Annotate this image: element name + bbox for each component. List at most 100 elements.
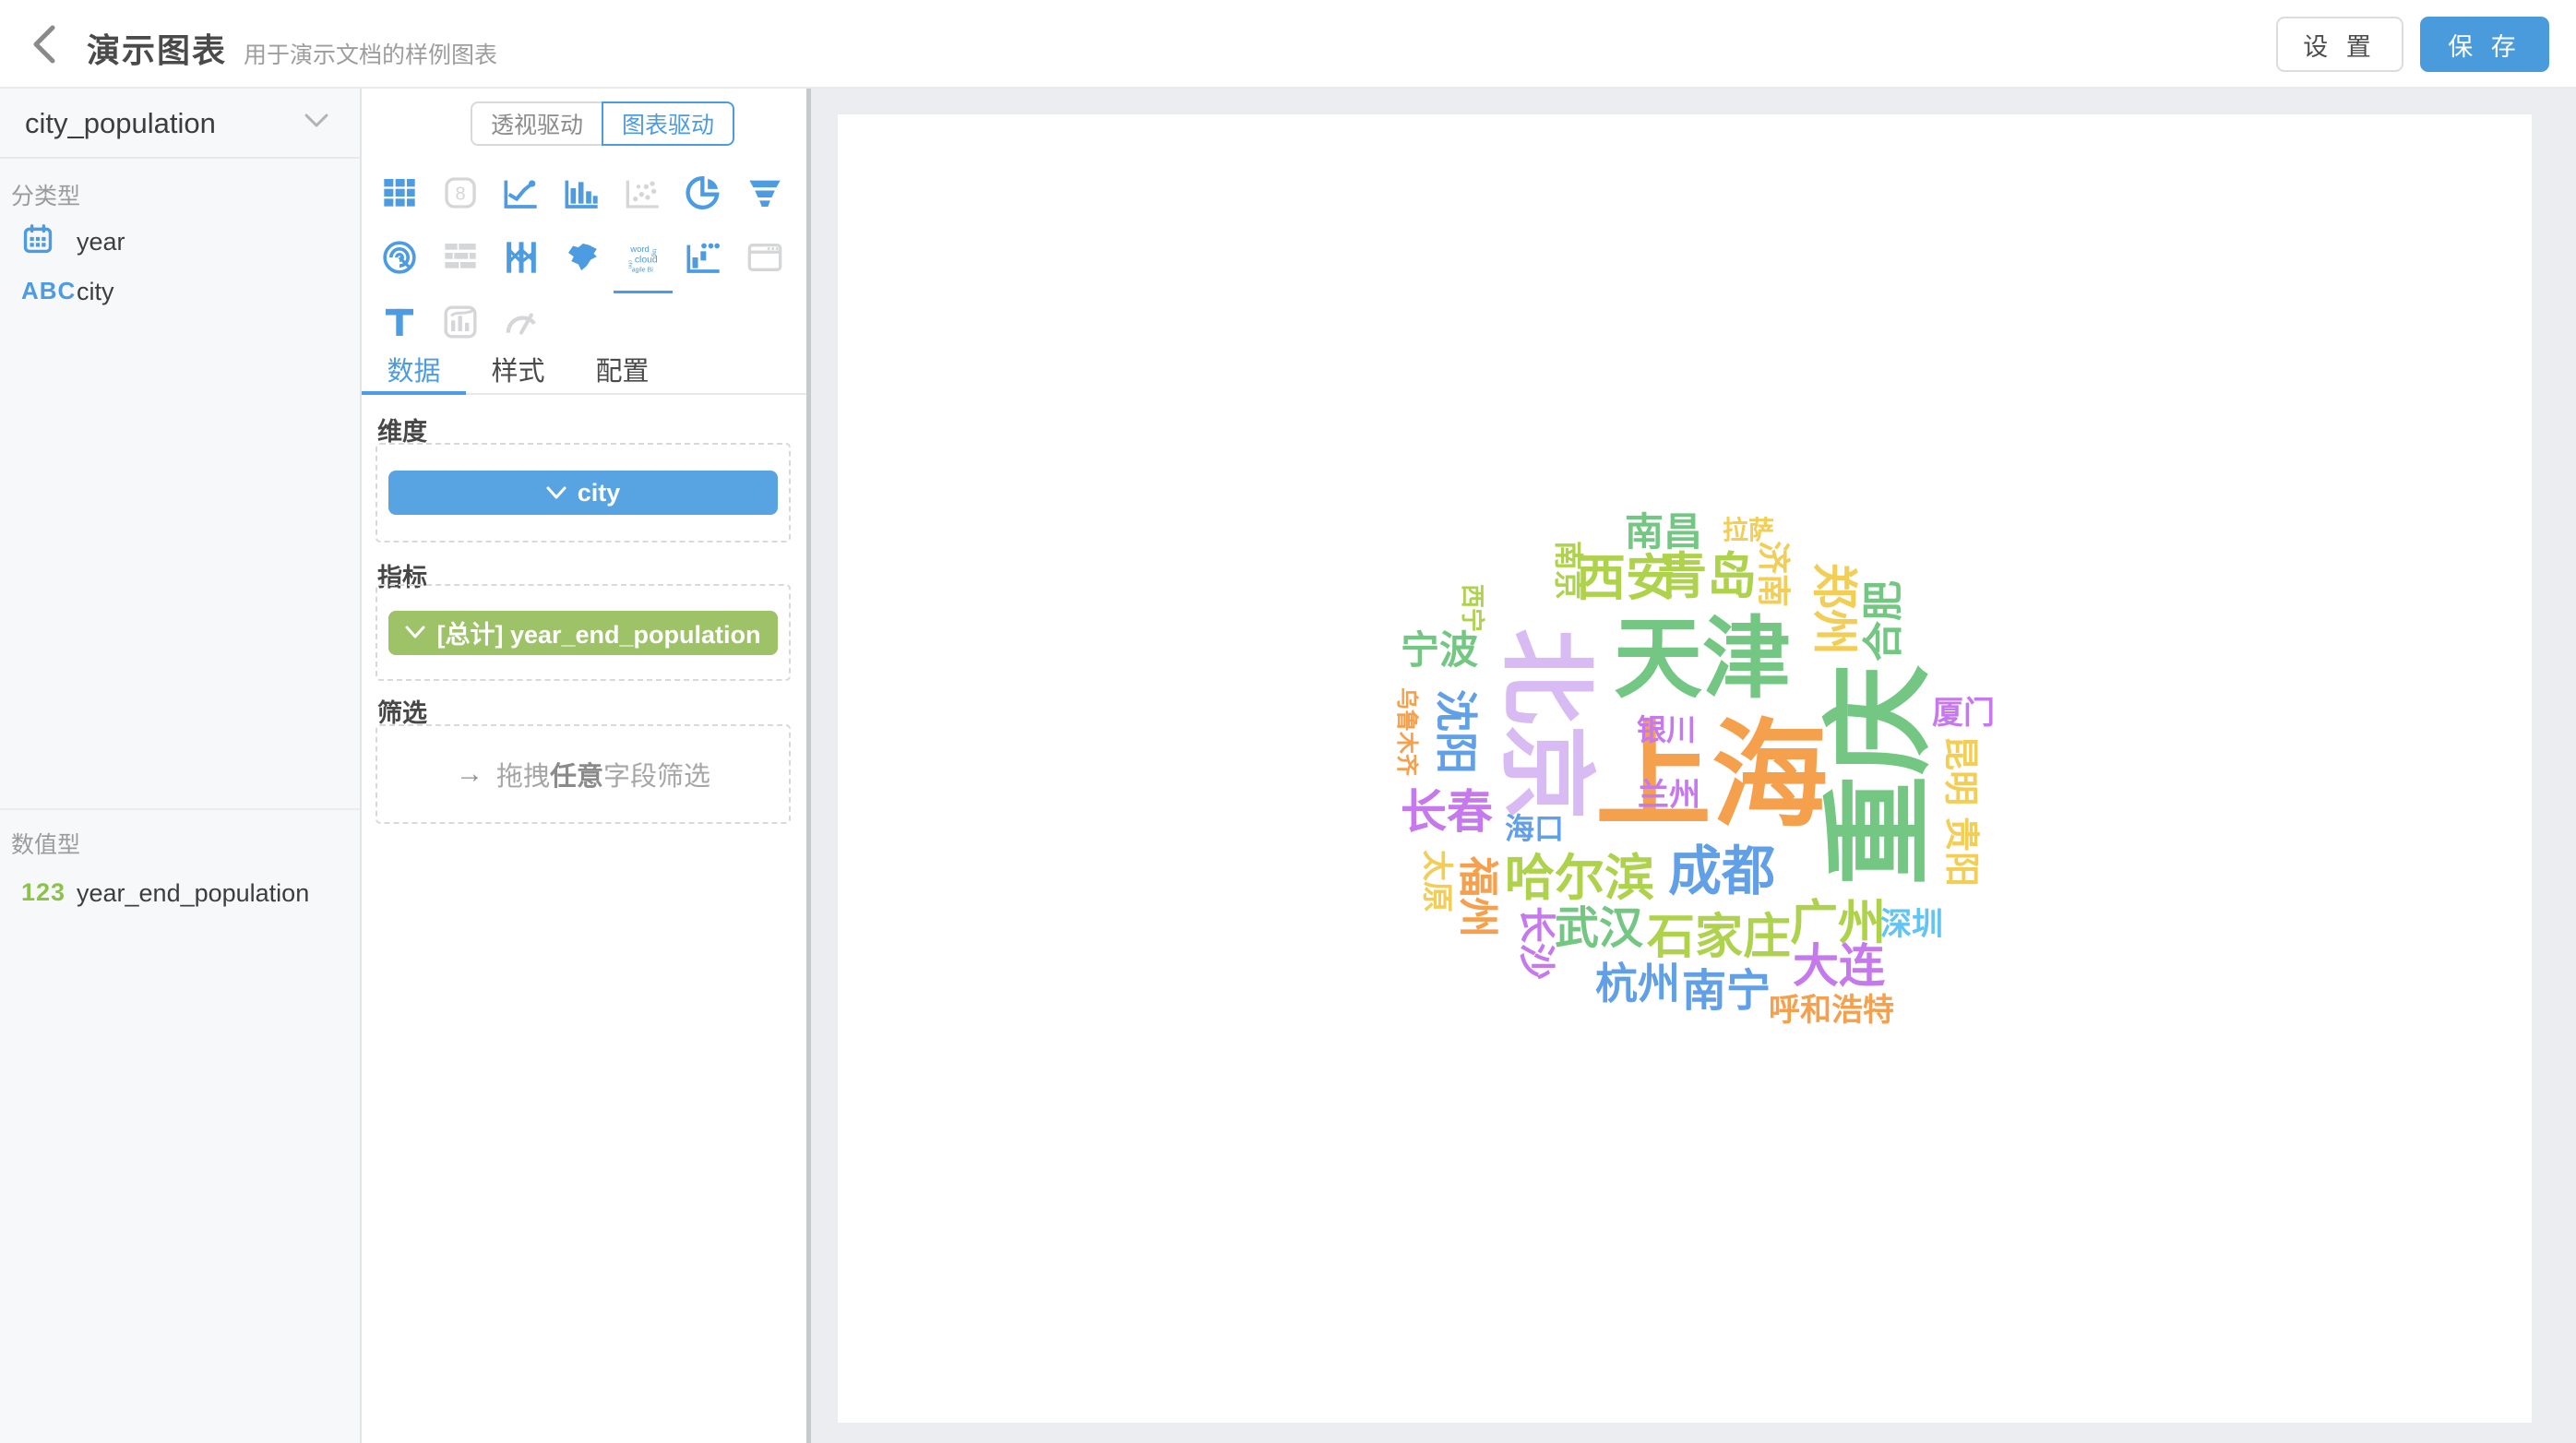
save-button[interactable]: 保 存 <box>2420 17 2549 72</box>
field-city[interactable]: ABC city <box>0 268 360 319</box>
wordcloud-word[interactable]: 长春 <box>1401 789 1493 835</box>
wordcloud-word[interactable]: 昆明 <box>1942 735 1977 805</box>
wordcloud-word[interactable]: 南京 <box>1554 541 1583 600</box>
text-card-icon[interactable] <box>369 290 430 354</box>
wordcloud-word[interactable]: 太原 <box>1421 850 1452 912</box>
chevron-down-icon <box>405 626 425 639</box>
dataset-name: city_population <box>25 107 216 140</box>
wordcloud-word[interactable]: 合肥 <box>1864 580 1904 662</box>
wordcloud-word[interactable]: 贵阳 <box>1943 817 1978 887</box>
bar-chart-icon[interactable] <box>552 161 613 225</box>
filter-hint-text: 字段筛选 <box>603 755 710 793</box>
wordcloud-word[interactable]: 南宁 <box>1682 970 1771 1014</box>
field-name: year <box>77 228 125 256</box>
gantt-chart-icon[interactable] <box>430 225 491 290</box>
filter-hint-emphasis: 任意 <box>550 755 603 793</box>
field-sidebar: city_population 分类型 year ABC city 数值型 12… <box>0 89 362 1443</box>
arrow-right-icon: → <box>456 758 483 790</box>
numeric-section-label: 数值型 <box>11 827 80 860</box>
wordcloud-word[interactable]: 重庆 <box>1824 664 1935 886</box>
filter-hint: → 拖拽任意字段筛选 <box>456 755 710 793</box>
dimension-pill[interactable]: city <box>388 471 778 515</box>
metric-pill-label: [总计] year_end_population <box>436 614 760 650</box>
back-icon[interactable] <box>22 20 70 68</box>
wordcloud-word[interactable]: 厦门 <box>1932 698 1995 729</box>
wordcloud-word[interactable]: 青岛 <box>1657 552 1757 602</box>
wordcloud-word[interactable]: 银川 <box>1637 715 1696 745</box>
line-chart-icon[interactable] <box>491 161 552 225</box>
wordcloud-word[interactable]: 沈阳 <box>1435 689 1477 774</box>
wordcloud-word[interactable]: 郑州 <box>1811 563 1857 655</box>
123-icon: 123 <box>21 878 66 907</box>
number-card-icon[interactable]: 8 <box>430 161 491 225</box>
canvas-background: 上海重庆北京天津成都哈尔滨西安青岛石家庄广州郑州长春大连武汉南宁杭州沈阳合肥福州… <box>811 89 2576 1443</box>
field-name: year_end_population <box>77 879 309 908</box>
filter-hint-text: 拖拽 <box>496 755 550 793</box>
waterfall-chart-icon[interactable] <box>674 225 734 290</box>
svg-text:agile Bi: agile Bi <box>632 267 653 273</box>
wordcloud-word[interactable]: 哈尔滨 <box>1505 853 1654 903</box>
field-year[interactable]: year <box>0 218 360 269</box>
gauge-chart-icon[interactable] <box>491 290 552 354</box>
china-map-icon[interactable] <box>552 225 613 290</box>
iframe-card-icon[interactable] <box>734 225 795 290</box>
mode-toggle: 透视驱动 图表驱动 <box>471 101 734 146</box>
wordcloud-word[interactable]: 乌鲁木齐 <box>1395 687 1417 776</box>
panel-tabs: 数据 样式 配置 <box>362 356 806 395</box>
wordcloud-word[interactable]: 拉萨 <box>1723 518 1774 543</box>
chevron-down-icon <box>546 486 566 500</box>
tab-config[interactable]: 配置 <box>570 356 674 393</box>
calendar-icon <box>22 223 54 259</box>
svg-text:8: 8 <box>455 185 465 205</box>
abc-icon: ABC <box>21 277 76 305</box>
wordcloud-word[interactable]: 杭州 <box>1595 962 1680 1005</box>
wordcloud-word[interactable]: 大连 <box>1793 943 1885 989</box>
settings-button[interactable]: 设 置 <box>2276 17 2403 72</box>
combo-chart-icon[interactable] <box>430 290 491 354</box>
tab-data[interactable]: 数据 <box>362 356 466 393</box>
funnel-chart-icon[interactable] <box>734 161 795 225</box>
wordcloud-word[interactable]: 宁波 <box>1401 631 1478 670</box>
dimension-dropzone[interactable]: city <box>376 443 791 543</box>
categorical-section-label: 分类型 <box>11 178 80 211</box>
wordcloud-word[interactable]: 天津 <box>1614 615 1791 704</box>
field-name: city <box>77 278 114 306</box>
wordcloud-word[interactable]: 西宁 <box>1461 584 1485 632</box>
dataset-selector[interactable]: city_population <box>0 89 360 159</box>
page-subtitle: 用于演示文档的样例图表 <box>244 37 497 70</box>
pie-chart-icon[interactable] <box>674 161 734 225</box>
wordcloud-word[interactable]: 北京 <box>1497 628 1593 820</box>
scatter-chart-icon[interactable] <box>613 161 674 225</box>
table-chart-icon[interactable] <box>369 161 430 225</box>
wordcloud-word[interactable]: 上海 <box>1595 718 1828 834</box>
chart-canvas[interactable]: 上海重庆北京天津成都哈尔滨西安青岛石家庄广州郑州长春大连武汉南宁杭州沈阳合肥福州… <box>838 114 2532 1423</box>
word-cloud-icon[interactable]: wordtagcloudchnagile Bi <box>613 225 674 290</box>
parallel-chart-icon[interactable] <box>491 225 552 290</box>
config-panel: 透视驱动 图表驱动 8 wordtagcloudchnagile Bi 数据 样式… <box>362 89 806 1443</box>
wordcloud-word[interactable]: 武汉 <box>1555 907 1643 951</box>
wordcloud-word[interactable]: 成都 <box>1668 845 1775 899</box>
wordcloud-word[interactable]: 长沙 <box>1518 906 1555 980</box>
wordcloud-word[interactable]: 呼和浩特 <box>1769 995 1894 1026</box>
field-year-end-population[interactable]: 123 year_end_population <box>0 869 360 921</box>
dimension-pill-label: city <box>578 479 621 507</box>
tab-style[interactable]: 样式 <box>466 356 570 393</box>
metric-pill[interactable]: [总计] year_end_population <box>388 611 778 655</box>
header: 演示图表 用于演示文档的样例图表 设 置 保 存 <box>0 0 2576 89</box>
svg-text:word: word <box>629 244 650 255</box>
wordcloud-word[interactable]: 海口 <box>1505 814 1564 843</box>
filter-dropzone[interactable]: → 拖拽任意字段筛选 <box>376 724 791 824</box>
sidebar-divider <box>0 808 360 810</box>
wordcloud-word[interactable]: 济南 <box>1757 541 1790 607</box>
radar-chart-icon[interactable] <box>369 225 430 290</box>
chart-type-grid: 8 wordtagcloudchnagile Bi <box>369 161 799 354</box>
wordcloud-word[interactable]: 石家庄 <box>1647 913 1791 961</box>
wordcloud-word[interactable]: 兰州 <box>1638 780 1700 811</box>
wordcloud-word[interactable]: 福州 <box>1457 856 1497 937</box>
wordcloud-word[interactable]: 深圳 <box>1880 909 1943 940</box>
wordcloud-word[interactable]: 南昌 <box>1625 513 1702 552</box>
pivot-mode-button[interactable]: 透视驱动 <box>471 101 602 146</box>
chart-mode-button[interactable]: 图表驱动 <box>602 101 734 146</box>
svg-text:cloud: cloud <box>635 255 658 265</box>
metric-dropzone[interactable]: [总计] year_end_population <box>376 584 791 681</box>
